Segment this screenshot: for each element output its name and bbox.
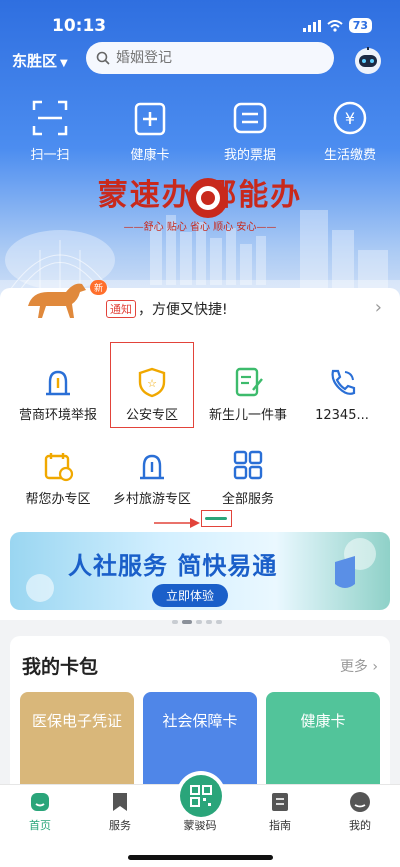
caret-down-icon: ▼ xyxy=(60,58,68,69)
quick-payment[interactable]: ¥ 生活缴费 xyxy=(302,100,398,163)
service-business-report[interactable]: 营商环境举报 xyxy=(8,366,108,423)
chevron-right-icon: › xyxy=(374,297,382,318)
home-icon xyxy=(31,793,49,811)
new-badge: 新 xyxy=(90,280,108,295)
card-label: 社会保障卡 xyxy=(162,712,238,730)
tab-home[interactable]: 首页 xyxy=(10,791,70,833)
alarm-light-icon xyxy=(140,454,164,480)
service-label: 12345... xyxy=(315,408,369,423)
calendar-clock-icon xyxy=(44,453,74,482)
banner-title: 人社服务 简快易通 xyxy=(68,552,278,580)
tab-profile[interactable]: 我的 xyxy=(330,791,390,833)
carousel-dots xyxy=(172,620,222,624)
wallet-more-label: 更多 xyxy=(339,659,368,675)
qr-code-icon xyxy=(190,785,212,807)
horse-illustration xyxy=(28,283,86,318)
tab-services[interactable]: 服务 xyxy=(90,791,150,833)
health-card-icon xyxy=(134,102,166,136)
service-help-you[interactable]: 帮您办专区 xyxy=(8,450,108,507)
tab-label: 服务 xyxy=(109,819,131,832)
search-icon xyxy=(96,51,110,65)
tab-label: 我的 xyxy=(349,819,371,832)
carousel-dot-active xyxy=(182,620,192,624)
card-medical-insurance[interactable]: 医保电子凭证 xyxy=(20,692,134,796)
highlight-box xyxy=(110,342,194,428)
government-emblem-icon xyxy=(188,178,228,218)
quick-actions: 扫一扫 健康卡 我的票据 ¥ 生活缴费 xyxy=(0,100,400,163)
service-newborn[interactable]: 新生儿一件事 xyxy=(198,366,298,423)
carousel-dot xyxy=(196,620,202,624)
carousel-dot xyxy=(216,620,222,624)
grid-icon xyxy=(233,450,263,480)
quick-receipts-label: 我的票据 xyxy=(223,148,276,163)
search-input[interactable] xyxy=(116,50,316,66)
signal-icon xyxy=(302,19,321,32)
card-label: 医保电子凭证 xyxy=(31,712,122,730)
wifi-icon xyxy=(327,19,343,32)
carousel-dot xyxy=(172,620,178,624)
wallet-title: 我的卡包 xyxy=(22,656,99,678)
promo-banner[interactable]: 人社服务 简快易通 立即体验 xyxy=(10,532,390,610)
status-icons: 73 xyxy=(302,18,372,33)
region-selector[interactable]: 东胜区 ▼ xyxy=(12,50,68,71)
quick-health-card-label: 健康卡 xyxy=(130,148,170,163)
service-all[interactable]: 全部服务 xyxy=(198,450,298,507)
quick-scan[interactable]: 扫一扫 xyxy=(2,100,98,163)
status-bar: 10:13 73 xyxy=(0,0,400,44)
scan-icon xyxy=(32,100,68,136)
service-label: 营商环境举报 xyxy=(18,408,97,423)
quick-health-card[interactable]: 健康卡 xyxy=(102,100,198,163)
payment-icon: ¥ xyxy=(333,101,367,135)
receipt-icon xyxy=(233,102,267,134)
tab-guide[interactable]: 指南 xyxy=(250,791,310,833)
card-health[interactable]: 健康卡 xyxy=(266,692,380,796)
tab-label: 指南 xyxy=(269,819,291,832)
top-bar: 东胜区 ▼ xyxy=(0,42,400,78)
profile-icon xyxy=(350,792,370,812)
qr-code-button[interactable] xyxy=(180,775,222,817)
service-label: 帮您办专区 xyxy=(25,492,91,507)
card-label: 健康卡 xyxy=(300,712,346,730)
assistant-robot-icon[interactable] xyxy=(352,44,384,76)
highlight-box-small xyxy=(201,510,232,527)
svg-text:¥: ¥ xyxy=(345,109,355,128)
tab-health-code[interactable]: 蒙骏码 xyxy=(170,817,230,833)
tab-label: 蒙骏码 xyxy=(183,819,217,832)
battery-indicator: 73 xyxy=(348,18,372,33)
phone-icon xyxy=(331,369,356,395)
service-hotline[interactable]: 12345... xyxy=(292,366,392,423)
service-label: 全部服务 xyxy=(221,492,274,507)
document-edit-icon xyxy=(235,367,263,397)
quick-payment-label: 生活缴费 xyxy=(323,148,376,163)
service-rural-tourism[interactable]: 乡村旅游专区 xyxy=(102,450,202,507)
quick-scan-label: 扫一扫 xyxy=(30,148,70,163)
carousel-dot xyxy=(206,620,212,624)
region-label: 东胜区 xyxy=(12,52,58,70)
slogan-sub: ——舒心 贴心 省心 顺心 安心—— xyxy=(123,222,277,233)
notice-bar[interactable]: 新 通知 ，方便又快捷! › xyxy=(0,280,400,330)
service-label: 乡村旅游专区 xyxy=(112,492,191,507)
notice-tag: 通知 xyxy=(106,300,136,318)
guide-icon xyxy=(272,793,288,811)
search-box[interactable] xyxy=(86,42,334,74)
wallet-more-link[interactable]: 更多 › xyxy=(340,656,378,676)
alarm-light-icon xyxy=(46,370,70,396)
quick-receipts[interactable]: 我的票据 xyxy=(202,100,298,163)
home-indicator xyxy=(128,855,273,860)
pointer-arrow-icon xyxy=(154,518,200,528)
status-time: 10:13 xyxy=(52,16,107,36)
bookmark-icon xyxy=(113,793,127,811)
service-label: 新生儿一件事 xyxy=(208,408,287,423)
notice-text: ，方便又快捷! xyxy=(138,302,228,318)
banner-cta-button[interactable]: 立即体验 xyxy=(152,584,229,607)
card-wallet: 我的卡包 更多 › 医保电子凭证 社会保障卡 健康卡 xyxy=(10,636,390,796)
tab-label: 首页 xyxy=(29,819,51,832)
